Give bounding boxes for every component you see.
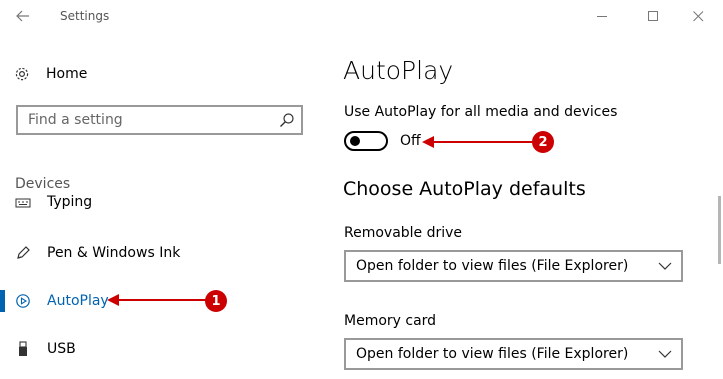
section-title-defaults: Choose AutoPlay defaults	[343, 178, 586, 200]
close-icon	[692, 10, 703, 21]
memory-card-label: Memory card	[344, 313, 437, 329]
annotation-arrow-1	[107, 294, 209, 306]
annotation-arrow-2	[422, 136, 535, 148]
minimize-icon	[596, 15, 607, 17]
back-button[interactable]	[10, 5, 36, 27]
removable-drive-value: Open folder to view files (File Explorer…	[356, 258, 629, 274]
memory-card-value: Open folder to view files (File Explorer…	[356, 346, 629, 362]
nav-home-label: Home	[46, 66, 88, 82]
maximize-button[interactable]	[641, 6, 665, 26]
minimize-button[interactable]	[590, 6, 614, 26]
sidebar-item-typing[interactable]: Typing	[0, 190, 310, 216]
search-input[interactable]	[28, 112, 273, 128]
gear-icon	[15, 67, 29, 81]
annotation-badge-1: 1	[205, 290, 227, 312]
usb-icon	[14, 340, 32, 358]
autoplay-toggle[interactable]	[344, 131, 388, 151]
annotation-badge-2: 2	[532, 131, 554, 153]
removable-drive-label: Removable drive	[344, 225, 463, 241]
scrollbar[interactable]	[716, 36, 722, 379]
chevron-down-icon	[649, 340, 681, 368]
toggle-knob	[350, 136, 360, 146]
title-bar: Settings	[0, 0, 723, 32]
maximize-icon	[647, 10, 658, 21]
pen-icon	[14, 244, 32, 262]
sidebar-item-label: Typing	[47, 194, 93, 210]
settings-window: Settings Home Devices Typi	[0, 0, 723, 379]
autoplay-toggle-caption: Use AutoPlay for all media and devices	[344, 104, 618, 120]
search-icon	[280, 113, 294, 127]
page-title: AutoPlay	[343, 56, 454, 85]
back-arrow-icon	[16, 10, 29, 22]
window-title: Settings	[60, 9, 110, 23]
autoplay-toggle-state: Off	[400, 133, 421, 149]
scroll-thumb[interactable]	[718, 196, 721, 264]
sidebar-item-pen-windows-ink[interactable]: Pen & Windows Ink	[0, 238, 310, 268]
sidebar-item-usb[interactable]: USB	[0, 334, 310, 364]
keyboard-icon	[14, 194, 32, 212]
memory-card-dropdown[interactable]: Open folder to view files (File Explorer…	[344, 338, 683, 370]
autoplay-icon	[14, 292, 32, 310]
removable-drive-dropdown[interactable]: Open folder to view files (File Explorer…	[344, 250, 683, 282]
sidebar-item-label: AutoPlay	[47, 293, 109, 309]
close-button[interactable]	[686, 6, 710, 26]
chevron-down-icon	[649, 252, 681, 280]
nav-home[interactable]: Home	[14, 60, 304, 88]
sidebar-item-label: USB	[47, 341, 76, 357]
search-box[interactable]	[16, 105, 303, 135]
sidebar-item-label: Pen & Windows Ink	[47, 245, 181, 261]
search-button[interactable]	[273, 107, 301, 133]
